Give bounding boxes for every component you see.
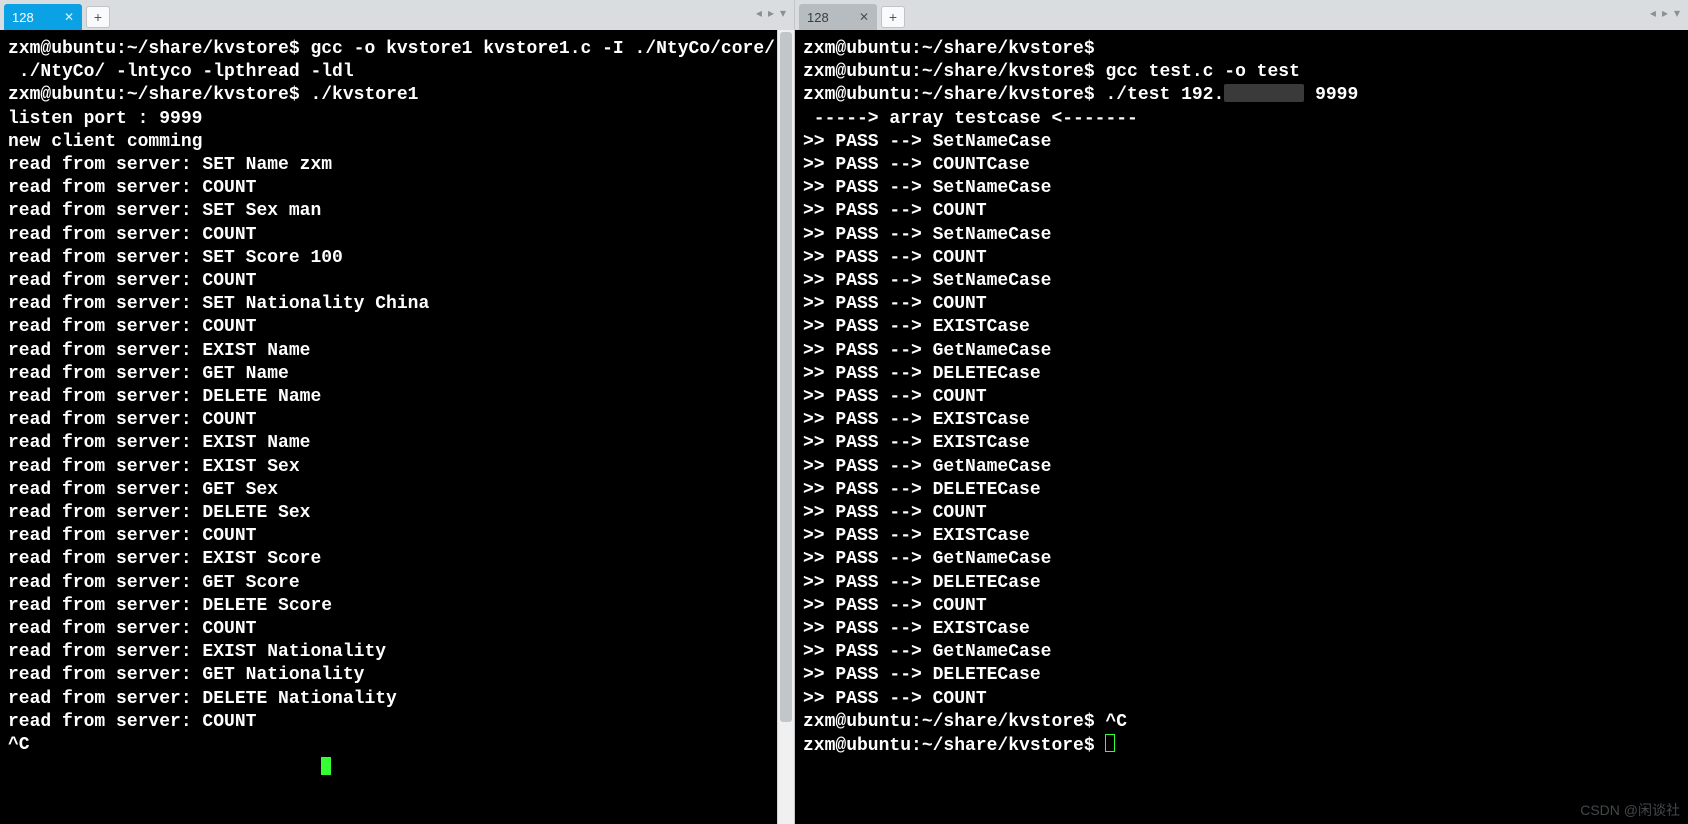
next-tab-icon[interactable]: ▸ (766, 6, 776, 20)
tab-bar-right: 128 ✕ + ◂ ▸ ▾ (795, 0, 1688, 30)
next-tab-icon[interactable]: ▸ (1660, 6, 1670, 20)
tab-128-left[interactable]: 128 ✕ (4, 4, 82, 30)
tab-bar-left: 128 ✕ + ◂ ▸ ▾ (0, 0, 794, 30)
prev-tab-icon[interactable]: ◂ (754, 6, 764, 20)
tab-label: 128 (12, 10, 34, 25)
right-terminal-pane: 128 ✕ + ◂ ▸ ▾ zxm@ubuntu:~/share/kvstore… (795, 0, 1688, 824)
close-icon[interactable]: ✕ (859, 11, 869, 23)
tab-nav-right: ◂ ▸ ▾ (1648, 6, 1682, 20)
terminal-right[interactable]: zxm@ubuntu:~/share/kvstore$ zxm@ubuntu:~… (795, 30, 1688, 824)
tab-menu-icon[interactable]: ▾ (778, 6, 788, 20)
tab-label: 128 (807, 10, 829, 25)
prev-tab-icon[interactable]: ◂ (1648, 6, 1658, 20)
scrollbar-left[interactable] (777, 30, 794, 824)
tab-nav-left: ◂ ▸ ▾ (754, 6, 788, 20)
left-terminal-pane: 128 ✕ + ◂ ▸ ▾ zxm@ubuntu:~/share/kvstore… (0, 0, 795, 824)
new-tab-button-left[interactable]: + (86, 6, 110, 28)
close-icon[interactable]: ✕ (64, 11, 74, 23)
new-tab-button-right[interactable]: + (881, 6, 905, 28)
terminal-left[interactable]: zxm@ubuntu:~/share/kvstore$ gcc -o kvsto… (0, 30, 777, 824)
tab-menu-icon[interactable]: ▾ (1672, 6, 1682, 20)
tab-128-right[interactable]: 128 ✕ (799, 4, 877, 30)
